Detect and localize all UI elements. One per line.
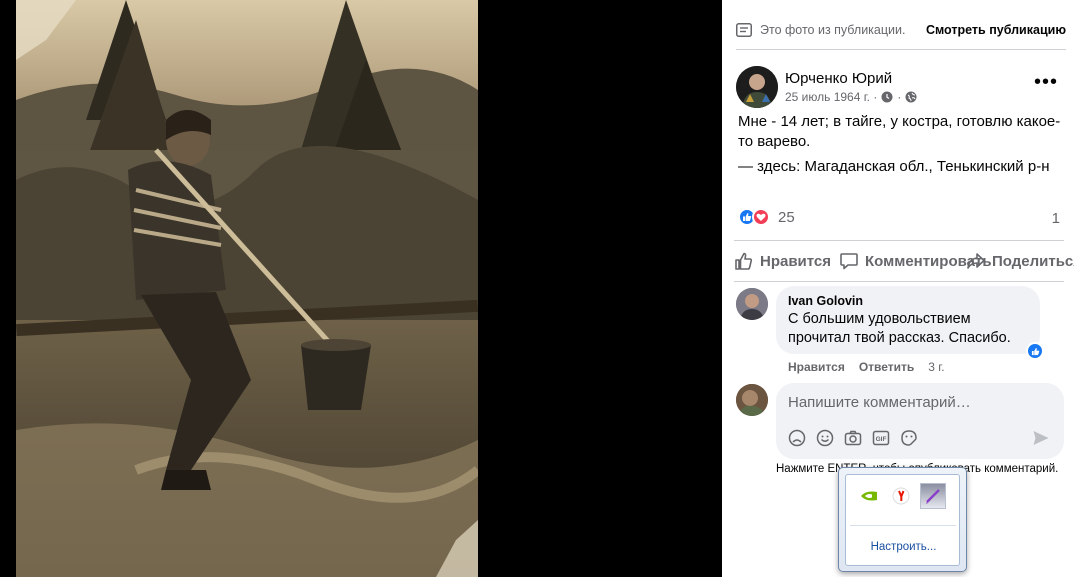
place-link[interactable]: Магаданская обл., Тенькинский р-н [804,158,1049,175]
yandex-icon[interactable] [888,483,914,509]
tray-overflow-popup: Настроить... [838,467,967,572]
post-date[interactable]: 25 июль 1964 г. · [785,90,877,104]
separator-dot: · [897,90,902,104]
post-photo[interactable] [16,0,478,577]
composer-tools: GIF [788,429,918,447]
comment-count[interactable]: 1 [1052,210,1060,227]
tray-customize-link[interactable]: Настроить... [846,541,961,553]
comment-text: С большим удовольствием прочитал твой ра… [788,311,1011,346]
share-button[interactable]: Поделиться [966,251,1074,271]
comment-like-badge-icon[interactable] [1026,342,1044,360]
photo-image [16,0,478,577]
comment-like-link[interactable]: Нравится [788,360,845,374]
tray-icons [856,483,946,509]
comment-footer: Нравится Ответить 3 г. [788,360,945,374]
thumbs-up-icon [735,252,753,270]
love-reaction-icon [752,208,770,226]
reaction-count: 25 [778,208,795,226]
place-prefix: — здесь: [738,158,801,175]
post-place: — здесь: Магаданская обл., Тенькинский р… [738,157,1068,177]
send-icon[interactable] [1032,429,1050,452]
gif-icon[interactable]: GIF [872,429,890,447]
post-actions: Нравится Комментировать Поделиться [734,240,1074,282]
from-post-label: Это фото из публикации. [760,22,906,37]
like-label: Нравится [760,252,832,270]
document-icon [736,22,752,37]
comment-count-value: 1 [1051,210,1060,227]
share-label: Поделиться [992,252,1074,270]
comment-icon [840,253,858,270]
globe-icon[interactable] [905,91,917,103]
share-icon [967,253,985,269]
tray-divider [850,525,956,526]
commenter-avatar[interactable] [736,288,768,320]
like-button[interactable]: Нравится [734,251,831,271]
commenter-name[interactable]: Ivan Golovin [788,294,1028,308]
comment-time[interactable]: 3 г. [928,360,944,374]
current-user-avatar[interactable] [736,384,768,416]
comment-input[interactable]: Напишите комментарий… [788,394,971,411]
photo-viewer [0,0,722,577]
camera-icon[interactable] [844,429,862,447]
view-post-link[interactable]: Смотреть публикацию [926,23,1066,37]
reactions-summary[interactable]: 25 [738,208,795,226]
comment-bubble: Ivan Golovin С большим удовольствием про… [776,286,1044,360]
author-name[interactable]: Юрченко Юрий [785,70,917,87]
post-meta: 25 июль 1964 г. · · [785,90,917,104]
tray-inner: Настроить... [845,474,960,566]
pen-tablet-icon[interactable] [920,483,946,509]
author-avatar[interactable] [736,66,778,108]
emoji-icon[interactable] [816,429,834,447]
sticker-icon[interactable] [900,429,918,447]
comment-composer[interactable]: Напишите комментарий… GIF [776,383,1064,459]
nvidia-icon[interactable] [856,483,882,509]
post-author: Юрченко Юрий 25 июль 1964 г. · · [736,66,917,108]
avatar-sticker-icon[interactable] [788,429,806,447]
comment-reply-link[interactable]: Ответить [859,360,914,374]
svg-text:GIF: GIF [876,436,887,443]
post-text: Мне - 14 лет; в тайге, у костра, готовлю… [738,113,1061,150]
more-options-icon[interactable]: ••• [1034,72,1058,92]
from-post-bar: Это фото из публикации. Смотреть публика… [736,10,1066,50]
clock-icon [881,91,893,103]
